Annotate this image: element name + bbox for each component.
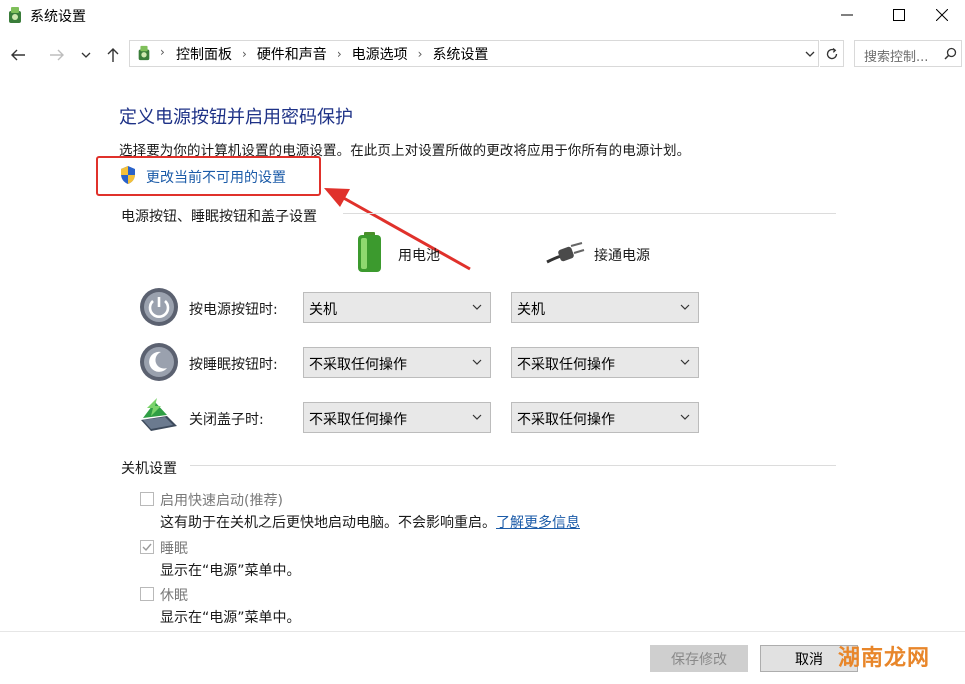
chevron-down-icon xyxy=(472,414,482,420)
selected-value: 不采取任何操作 xyxy=(309,357,407,373)
laptop-lid-icon xyxy=(141,398,177,431)
close-button[interactable] xyxy=(919,0,965,30)
search-input[interactable]: 搜索控制... xyxy=(854,40,962,67)
breadcrumb-item-system-settings[interactable]: 系统设置 xyxy=(432,44,488,64)
maximize-icon xyxy=(893,9,905,21)
breadcrumb: 控制面板 › 硬件和声音 › 电源选项 › 系统设置 xyxy=(176,41,488,66)
chevron-down-icon xyxy=(680,414,690,420)
footer-divider xyxy=(0,631,965,632)
hibernate-label: 休眠 xyxy=(160,588,188,604)
breadcrumb-item-control-panel[interactable]: 控制面板 xyxy=(176,44,232,64)
section-divider xyxy=(190,465,836,466)
sleep-description: 显示在“电源”菜单中。 xyxy=(160,563,301,579)
sleep-button-label: 按睡眠按钮时: xyxy=(189,357,278,373)
breadcrumb-separator-icon: › xyxy=(160,45,165,59)
checkmark-icon xyxy=(142,543,152,552)
breadcrumb-separator-icon: › xyxy=(242,46,247,61)
up-button[interactable] xyxy=(102,44,124,66)
control-panel-icon xyxy=(138,45,150,61)
lid-close-battery-select[interactable]: 不采取任何操作 xyxy=(303,402,491,433)
fast-startup-checkbox[interactable] xyxy=(140,492,154,506)
arrow-right-icon xyxy=(50,49,64,61)
window-title: 系统设置 xyxy=(30,9,86,25)
chevron-down-icon xyxy=(680,304,690,310)
search-placeholder: 搜索控制... xyxy=(864,50,929,65)
refresh-button[interactable] xyxy=(820,40,844,67)
power-section-title: 电源按钮、睡眠按钮和盖子设置 xyxy=(121,209,317,225)
selected-value: 不采取任何操作 xyxy=(517,412,615,428)
hibernate-description: 显示在“电源”菜单中。 xyxy=(160,610,301,626)
fast-startup-description-text: 这有助于在关机之后更快地启动电脑。不会影响重启。 xyxy=(160,515,496,531)
refresh-icon xyxy=(826,47,837,59)
back-button[interactable] xyxy=(7,44,29,66)
learn-more-link[interactable]: 了解更多信息 xyxy=(496,515,580,531)
minimize-icon xyxy=(841,14,853,16)
maximize-button[interactable] xyxy=(876,0,922,30)
selected-value: 关机 xyxy=(309,302,337,318)
shutdown-section-title: 关机设置 xyxy=(121,461,177,477)
chevron-down-icon xyxy=(472,304,482,310)
chevron-down-icon xyxy=(81,52,91,58)
breadcrumb-separator-icon: › xyxy=(336,46,342,61)
sleep-label: 睡眠 xyxy=(160,541,188,557)
power-button-battery-select[interactable]: 关机 xyxy=(303,292,491,323)
hibernate-checkbox[interactable] xyxy=(140,587,154,601)
selected-value: 不采取任何操作 xyxy=(517,357,615,373)
address-dropdown-icon[interactable] xyxy=(805,50,815,58)
recent-locations-button[interactable] xyxy=(78,44,94,66)
selected-value: 关机 xyxy=(517,302,545,318)
highlight-box xyxy=(96,156,321,196)
fast-startup-label: 启用快速启动(推荐) xyxy=(160,493,283,509)
sleep-button-battery-select[interactable]: 不采取任何操作 xyxy=(303,347,491,378)
chevron-down-icon xyxy=(472,359,482,365)
breadcrumb-separator-icon: › xyxy=(417,46,423,61)
battery-column-label: 用电池 xyxy=(398,248,440,264)
power-plug-icon xyxy=(546,242,585,264)
search-icon xyxy=(944,47,957,60)
lid-close-plugged-select[interactable]: 不采取任何操作 xyxy=(511,402,699,433)
arrow-left-icon xyxy=(11,49,25,61)
chevron-down-icon xyxy=(680,359,690,365)
title-bar: 系统设置 xyxy=(0,0,965,30)
selected-value: 不采取任何操作 xyxy=(309,412,407,428)
sleep-checkbox[interactable] xyxy=(140,540,154,554)
minimize-button[interactable] xyxy=(824,0,870,30)
section-divider xyxy=(343,213,836,214)
watermark-text: 湖南龙网 xyxy=(838,646,931,671)
close-icon xyxy=(936,9,948,21)
control-panel-icon xyxy=(9,7,21,23)
plugged-in-column-label: 接通电源 xyxy=(594,248,650,264)
battery-icon xyxy=(358,232,381,272)
address-bar[interactable]: › 控制面板 › 硬件和声音 › 电源选项 › 系统设置 xyxy=(129,40,819,67)
sleep-button-plugged-select[interactable]: 不采取任何操作 xyxy=(511,347,699,378)
page-title: 定义电源按钮并启用密码保护 xyxy=(119,107,353,128)
breadcrumb-item-power-options[interactable]: 电源选项 xyxy=(352,44,408,64)
sleep-icon xyxy=(140,343,178,381)
breadcrumb-item-hardware-sound[interactable]: 硬件和声音 xyxy=(257,44,327,64)
power-button-label: 按电源按钮时: xyxy=(189,302,278,318)
save-changes-button[interactable]: 保存修改 xyxy=(650,645,748,672)
power-icon xyxy=(140,288,178,326)
lid-close-label: 关闭盖子时: xyxy=(189,412,264,428)
power-button-plugged-select[interactable]: 关机 xyxy=(511,292,699,323)
arrow-up-icon xyxy=(107,48,119,62)
forward-button[interactable] xyxy=(46,44,68,66)
fast-startup-description: 这有助于在关机之后更快地启动电脑。不会影响重启。了解更多信息 xyxy=(160,512,580,532)
